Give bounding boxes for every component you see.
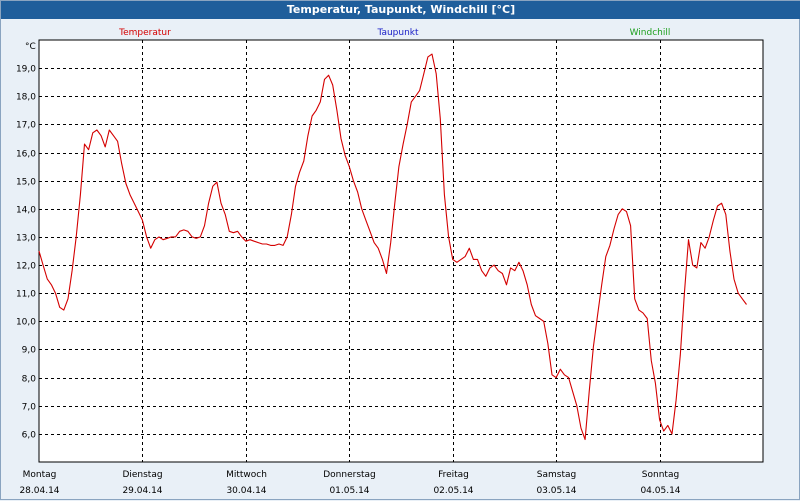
x-tick-date: 02.05.14 bbox=[433, 486, 473, 496]
y-tick-label: 10,0 bbox=[16, 318, 36, 328]
y-tick-label: 16,0 bbox=[16, 150, 36, 160]
x-tick-day: Samstag bbox=[537, 470, 576, 480]
chart-window: Temperatur, Taupunkt, Windchill [°C] 6,0… bbox=[0, 0, 800, 500]
legend-entry: Taupunkt bbox=[376, 28, 419, 38]
legend-entry: Temperatur bbox=[118, 28, 171, 38]
y-tick-label: 8,0 bbox=[22, 375, 37, 385]
x-tick-day: Freitag bbox=[438, 470, 469, 480]
y-tick-label: 13,0 bbox=[16, 234, 36, 244]
y-tick-label: 9,0 bbox=[22, 346, 37, 356]
chart-canvas: 6,0 7,0 8,0 9,0 10,0 11,0 12,0 13,0 14,0 15,0 16,0… bbox=[16, 28, 764, 496]
y-tick-label: 18,0 bbox=[16, 93, 36, 103]
x-tick-date: 30.04.14 bbox=[226, 486, 266, 496]
y-tick-label: 14,0 bbox=[16, 206, 36, 216]
y-tick-label: 7,0 bbox=[22, 403, 37, 413]
x-tick-date: 29.04.14 bbox=[122, 486, 162, 496]
x-tick-day: Montag bbox=[23, 470, 57, 480]
x-tick-date: 01.05.14 bbox=[329, 486, 369, 496]
plot-area bbox=[38, 39, 764, 463]
y-tick-label: 17,0 bbox=[16, 121, 36, 131]
x-tick-day: Donnerstag bbox=[323, 470, 376, 480]
y-tick-label: 11,0 bbox=[16, 290, 36, 300]
x-tick-day: Dienstag bbox=[122, 470, 162, 480]
x-tick-date: 28.04.14 bbox=[19, 486, 59, 496]
legend-entry: Windchill bbox=[630, 28, 671, 38]
y-tick-label: 19,0 bbox=[16, 65, 36, 75]
x-tick-day: Sonntag bbox=[642, 470, 679, 480]
x-tick-date: 04.05.14 bbox=[640, 486, 680, 496]
x-tick-day: Mittwoch bbox=[226, 470, 267, 480]
y-tick-label: 15,0 bbox=[16, 178, 36, 188]
y-axis-label: °C bbox=[25, 42, 36, 52]
y-tick-label: 12,0 bbox=[16, 262, 36, 272]
x-tick-date: 03.05.14 bbox=[536, 486, 576, 496]
y-tick-label: 6,0 bbox=[22, 431, 37, 441]
